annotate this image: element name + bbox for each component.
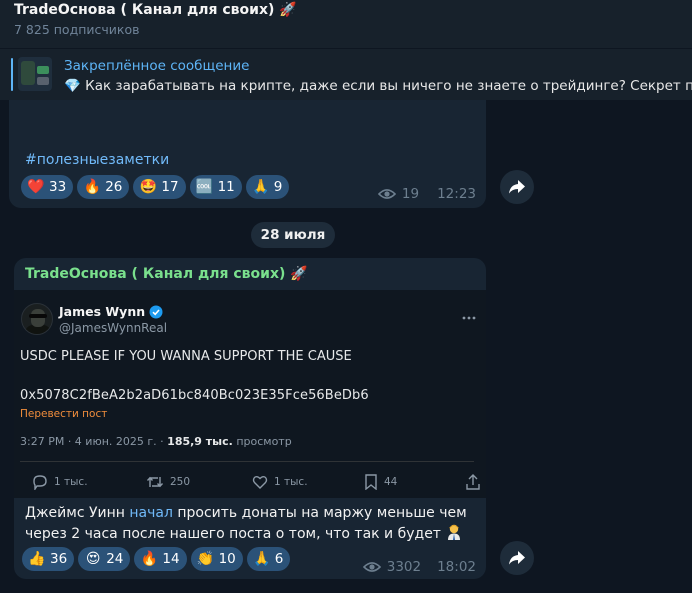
translate-link[interactable]: Перевести пост <box>20 408 107 420</box>
view-count: 19 <box>401 186 420 202</box>
pinned-message-bar[interactable]: Закреплённое сообщение 💎 Как зарабатыват… <box>0 48 692 100</box>
pinned-text: 💎 Как зарабатывать на крипте, даже если … <box>64 78 692 94</box>
tweet-meta: 3:27 PM · 4 июн. 2025 г. · 185,9 тыс. пр… <box>20 435 292 448</box>
reaction-heart-eyes[interactable]: 😍 24 <box>78 547 131 571</box>
message-text: Джеймс Уинн начал просить донаты на марж… <box>25 505 467 542</box>
reaction-fire[interactable]: 🔥 26 <box>77 175 130 199</box>
more-options-icon[interactable] <box>462 305 476 324</box>
pinned-label: Закреплённое сообщение <box>64 58 250 74</box>
pray-icon: 🙏 <box>252 179 270 195</box>
tweet-author-handle: @JamesWynnReal <box>59 321 168 335</box>
retweet-icon <box>146 476 164 488</box>
message-bubble[interactable]: TradeОснова ( Канал для своих) 🚀 James W… <box>14 258 486 579</box>
reaction-thumbs-up[interactable]: 👍 36 <box>22 547 75 571</box>
tweet-wallet-address: 0x5078C2fBeA2b2aD61bc840Bc023E35Fce56BeD… <box>20 388 369 403</box>
like-button[interactable]: 1 тыс. <box>252 474 308 490</box>
message-bubble[interactable]: #полезныезаметки ❤️ 33 🔥 26 🤩 17 🆒 11 🙏 9 19 … <box>9 100 486 208</box>
eye-icon <box>362 560 381 574</box>
reply-button[interactable]: 1 тыс. <box>32 474 88 490</box>
subscriber-count: 7 825 подписчиков <box>14 22 140 37</box>
message-meta: 19 12:23 <box>377 186 476 202</box>
tweet-actions: 1 тыс. 250 1 тыс. 44 <box>20 474 480 492</box>
rocket-icon: 🚀 <box>290 266 308 282</box>
pray-icon: 🙏 <box>253 551 271 567</box>
reaction-fire[interactable]: 🔥 14 <box>134 547 187 571</box>
person-emoji-icon <box>445 523 463 541</box>
retweet-button[interactable]: 250 <box>146 474 190 490</box>
bookmark-button[interactable]: 44 <box>364 474 397 490</box>
share-tweet-button[interactable] <box>466 474 480 490</box>
date-separator: 28 июля <box>251 222 335 248</box>
reactions-row: ❤️ 33 🔥 26 🤩 17 🆒 11 🙏 9 <box>21 175 290 199</box>
reaction-pray[interactable]: 🙏 9 <box>245 175 290 199</box>
pinned-indicator <box>11 58 13 91</box>
upload-icon <box>466 474 480 490</box>
cool-icon: 🆒 <box>195 179 214 195</box>
heart-outline-icon <box>252 476 268 489</box>
tweet-embed[interactable]: James Wynn @JamesWynnReal USDC PLEASE IF… <box>14 290 486 498</box>
star-struck-icon: 🤩 <box>139 179 158 195</box>
sender-name[interactable]: TradeОснова ( Канал для своих) 🚀 <box>25 266 308 282</box>
reaction-clap[interactable]: 👏 10 <box>190 547 243 571</box>
reaction-pray[interactable]: 🙏 6 <box>246 547 291 571</box>
share-arrow-icon <box>509 180 525 194</box>
channel-title: TradeОснова ( Канал для своих) 🚀 <box>14 2 297 18</box>
reaction-star-struck[interactable]: 🤩 17 <box>133 175 186 199</box>
message-time: 18:02 <box>437 559 476 575</box>
gem-icon: 💎 <box>64 78 81 94</box>
divider <box>20 461 474 462</box>
fire-icon: 🔥 <box>83 179 101 195</box>
chat-header[interactable]: TradeОснова ( Канал для своих) 🚀 7 825 п… <box>0 0 692 48</box>
fire-icon: 🔥 <box>140 551 159 567</box>
reaction-heart[interactable]: ❤️ 33 <box>21 175 74 199</box>
reactions-row: 👍 36 😍 24 🔥 14 👏 10 🙏 6 <box>22 547 291 571</box>
tweet-text-line: USDC PLEASE IF YOU WANNA SUPPORT THE CAU… <box>20 349 352 364</box>
pinned-thumbnail <box>18 57 52 91</box>
clap-icon: 👏 <box>196 551 215 567</box>
avatar[interactable] <box>21 303 53 335</box>
reaction-cool[interactable]: 🆒 11 <box>189 175 242 199</box>
thumbs-up-icon: 👍 <box>28 551 46 567</box>
share-button[interactable] <box>500 170 534 204</box>
message-meta: 3302 18:02 <box>362 559 476 575</box>
heart-eyes-icon: 😍 <box>85 551 101 567</box>
text-link[interactable]: начал <box>129 505 173 521</box>
hashtag-link[interactable]: #полезныезаметки <box>25 152 169 168</box>
rocket-icon: 🚀 <box>279 2 297 18</box>
bookmark-icon <box>365 474 377 490</box>
heart-icon: ❤️ <box>27 179 45 195</box>
verified-badge-icon <box>149 305 163 319</box>
eye-icon <box>377 187 396 201</box>
message-time: 12:23 <box>437 186 476 202</box>
tweet-author-name[interactable]: James Wynn <box>59 304 163 319</box>
view-count: 3302 <box>386 559 422 575</box>
share-button[interactable] <box>500 541 534 575</box>
reply-icon <box>33 475 47 490</box>
share-arrow-icon <box>509 551 525 565</box>
